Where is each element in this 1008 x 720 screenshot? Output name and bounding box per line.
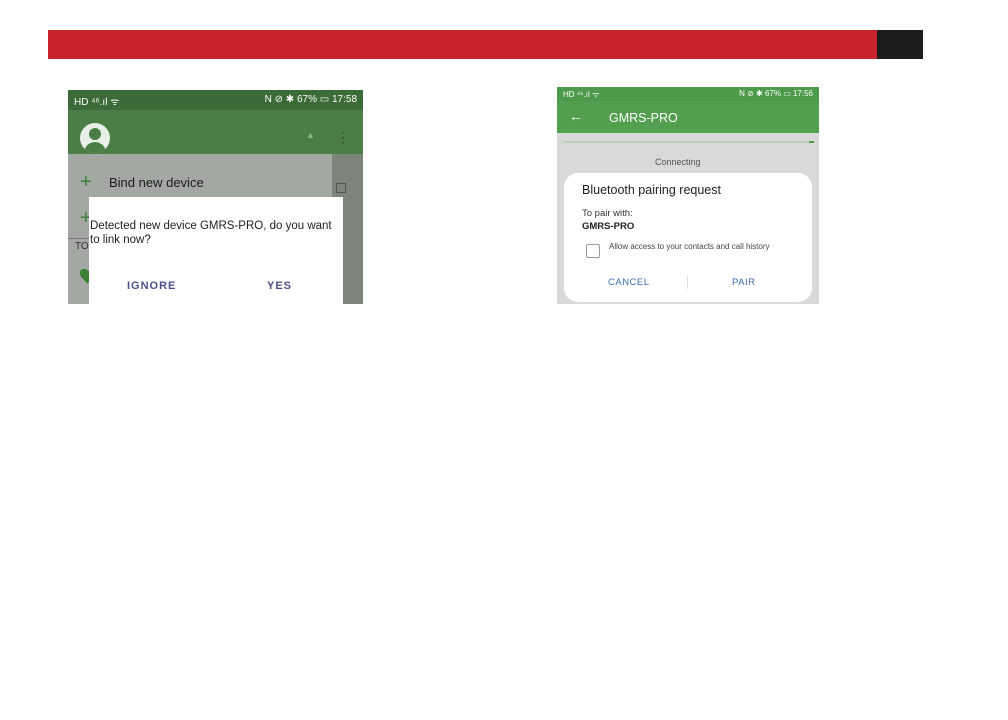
header-block bbox=[877, 30, 923, 59]
progress-track bbox=[563, 141, 813, 143]
status-left: HD ⁴⁶.ıl ᯤ bbox=[74, 97, 120, 108]
ignore-button[interactable]: IGNORE bbox=[127, 280, 176, 292]
avatar-icon[interactable] bbox=[80, 123, 110, 153]
cancel-button[interactable]: CANCEL bbox=[608, 277, 650, 288]
status-right: N ⊘ ✱ 67% ▭ 17:56 bbox=[739, 89, 813, 98]
divider bbox=[68, 238, 90, 239]
connecting-text: Connecting bbox=[655, 157, 701, 167]
progress-indicator bbox=[809, 141, 814, 143]
device-name: GMRS-PRO bbox=[582, 221, 635, 232]
plus-icon[interactable]: + bbox=[80, 172, 92, 192]
allow-access-checkbox[interactable] bbox=[586, 244, 600, 258]
left-phone-screenshot: HD ⁴⁶.ıl ᯤ N ⊘ ✱ 67% ▭ 17:58 ▲ ⋮ + Bind … bbox=[68, 90, 363, 304]
dialog-title: Bluetooth pairing request bbox=[582, 183, 721, 197]
status-bar: HD ⁴⁶.ıl ᯤ N ⊘ ✱ 67% ▭ 17:56 bbox=[557, 87, 819, 101]
status-bar: HD ⁴⁶.ıl ᯤ N ⊘ ✱ 67% ▭ 17:58 bbox=[68, 90, 363, 110]
button-separator bbox=[687, 276, 688, 289]
caret-up-icon[interactable]: ▲ bbox=[306, 130, 315, 140]
yes-button[interactable]: YES bbox=[267, 280, 292, 292]
app-header bbox=[68, 110, 363, 154]
app-bar-title: GMRS-PRO bbox=[609, 111, 678, 125]
pair-button[interactable]: PAIR bbox=[732, 277, 755, 288]
square-icon bbox=[336, 183, 346, 193]
more-menu-icon[interactable]: ⋮ bbox=[336, 130, 350, 144]
bind-new-device-item[interactable]: Bind new device bbox=[109, 175, 204, 190]
back-arrow-icon[interactable]: ← bbox=[569, 108, 583, 124]
to-pair-label: To pair with: bbox=[582, 208, 633, 219]
dialog-message: Detected new device GMRS-PRO, do you wan… bbox=[90, 220, 332, 246]
section-label: TO bbox=[75, 241, 89, 252]
app-bar bbox=[557, 101, 819, 133]
allow-access-label[interactable]: Allow access to your contacts and call h… bbox=[609, 242, 779, 251]
header-bar bbox=[48, 30, 877, 59]
status-right: N ⊘ ✱ 67% ▭ 17:58 bbox=[264, 94, 357, 105]
right-phone-screenshot: HD ⁴⁶.ıl ᯤ N ⊘ ✱ 67% ▭ 17:56 ← GMRS-PRO … bbox=[557, 87, 819, 304]
status-left: HD ⁴⁶.ıl ᯤ bbox=[563, 90, 600, 99]
